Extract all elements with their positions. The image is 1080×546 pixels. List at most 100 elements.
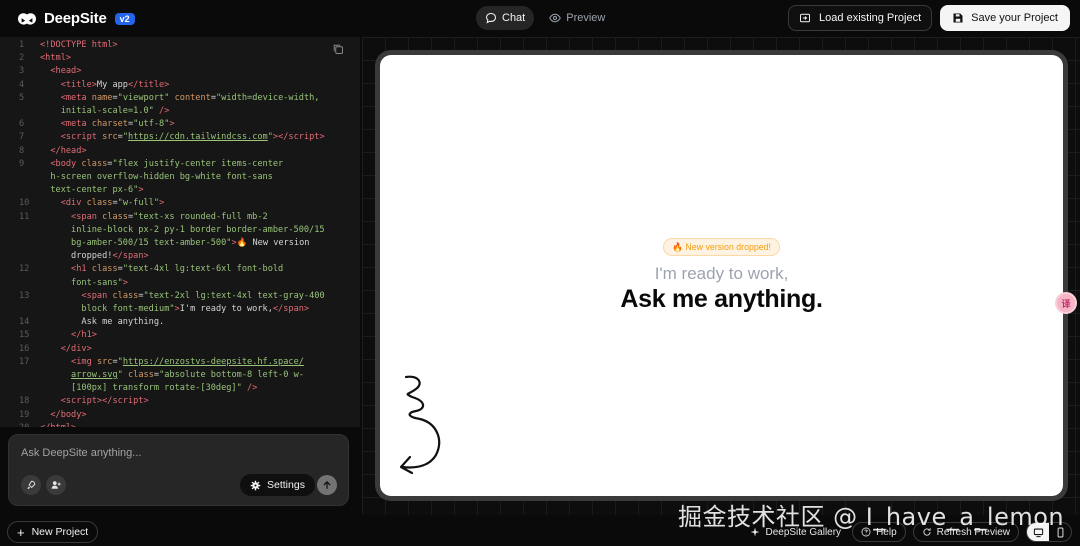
code-text: <span class="text-2xl lg:text-4xl text-g… xyxy=(81,290,325,301)
send-button[interactable] xyxy=(317,475,337,495)
code-text: text-center px-6"> xyxy=(50,185,144,196)
load-project-label: Load existing Project xyxy=(819,12,922,24)
code-line: 19 </body> xyxy=(0,409,360,422)
line-number: 5 xyxy=(19,92,25,103)
arrow-up-icon xyxy=(323,480,331,489)
code-line: block font-medium">I'm ready to work,</s… xyxy=(0,303,360,316)
new-version-badge: 🔥 New version dropped! xyxy=(663,238,780,256)
preview-page[interactable]: 🔥 New version dropped! I'm ready to work… xyxy=(380,55,1063,496)
code-line: 4 <title>My app</title> xyxy=(0,79,360,92)
save-project-button[interactable]: Save your Project xyxy=(940,5,1070,31)
translate-widget-icon[interactable]: 译 xyxy=(1055,292,1077,314)
line-number: 16 xyxy=(19,343,30,354)
code-line: 20</html> xyxy=(0,422,360,427)
code-text: <head> xyxy=(50,66,82,77)
new-project-button[interactable]: + New Project xyxy=(7,521,99,543)
curly-arrow-icon xyxy=(399,375,441,475)
app-root: DeepSite v2 Chat Preview Load existing P… xyxy=(0,0,1080,546)
code-line: 15 </h1> xyxy=(0,329,360,342)
line-number: 3 xyxy=(19,66,25,77)
code-text: initial-scale=1.0" /> xyxy=(60,106,170,117)
line-number: 1 xyxy=(19,40,25,50)
chat-bubble-icon xyxy=(485,12,497,24)
code-text: Ask me anything. xyxy=(40,317,165,328)
code-line: 16 </div> xyxy=(0,343,360,356)
settings-button[interactable]: Settings xyxy=(240,474,315,496)
tab-preview[interactable]: Preview xyxy=(540,6,614,30)
code-text: arrow.svg" class="absolute bottom-8 left… xyxy=(71,370,304,381)
tab-preview-label: Preview xyxy=(566,12,606,24)
line-number: 18 xyxy=(19,396,30,407)
preview-frame: 🔥 New version dropped! I'm ready to work… xyxy=(375,50,1068,501)
code-text: <meta charset="utf-8"> xyxy=(60,119,175,130)
code-line: 1 <!DOCTYPE html> xyxy=(0,39,360,52)
line-number xyxy=(0,369,40,382)
version-badge: v2 xyxy=(114,12,135,25)
settings-label: Settings xyxy=(267,479,305,491)
code-line: 13 <span class="text-2xl lg:text-4xl tex… xyxy=(0,290,360,303)
add-user-button[interactable] xyxy=(46,475,66,495)
code-line: bg-amber-500/15 text-amber-500">🔥 New ve… xyxy=(0,237,360,250)
line-number: 8 xyxy=(19,145,25,156)
code-line: initial-scale=1.0" /> xyxy=(0,105,360,118)
top-header: DeepSite v2 Chat Preview Load existing P… xyxy=(0,0,1080,37)
code-text: <script src="https://cdn.tailwindcss.com… xyxy=(60,132,325,143)
chat-input[interactable] xyxy=(21,447,321,459)
code-line: arrow.svg" class="absolute bottom-8 left… xyxy=(0,369,360,382)
code-line: 10 <div class="w-full"> xyxy=(0,197,360,210)
line-number: 4 xyxy=(19,79,25,90)
tab-chat-label: Chat xyxy=(502,12,526,24)
copy-icon[interactable] xyxy=(332,43,344,55)
line-number: 20 xyxy=(0,422,40,427)
code-text: <img src="https://enzostvs-deepsite.hf.s… xyxy=(71,356,304,367)
brand[interactable]: DeepSite v2 xyxy=(16,10,135,28)
code-line: [100px] transform rotate-[30deg]" /> xyxy=(0,382,360,395)
code-line: 2 <html> xyxy=(0,52,360,65)
line-number: 10 xyxy=(19,198,30,209)
save-project-label: Save your Project xyxy=(971,12,1058,24)
app-name: DeepSite xyxy=(44,10,107,27)
code-text: inline-block px-2 py-1 border border-amb… xyxy=(71,224,325,235)
code-text: </div> xyxy=(60,343,92,354)
code-text: <script></script> xyxy=(60,396,149,407)
code-line: 17 <img src="https://enzostvs-deepsite.h… xyxy=(0,356,360,369)
code-line: 6 <meta charset="utf-8"> xyxy=(0,118,360,131)
code-text: bg-amber-500/15 text-amber-500">🔥 New ve… xyxy=(71,238,310,249)
line-number: 9 xyxy=(19,158,25,169)
code-text: <!DOCTYPE html> xyxy=(40,40,118,50)
line-number xyxy=(0,171,40,184)
code-line: 7 <script src="https://cdn.tailwindcss.c… xyxy=(0,131,360,144)
tab-chat[interactable]: Chat xyxy=(476,6,535,30)
code-line: 11 <span class="text-xs rounded-full mb-… xyxy=(0,211,360,224)
code-text: </head> xyxy=(50,145,87,156)
code-line: 18 <script></script> xyxy=(0,395,360,408)
code-text: <title>My app</title> xyxy=(60,79,170,90)
line-number: 6 xyxy=(19,119,25,130)
view-tabs: Chat Preview xyxy=(476,6,614,30)
code-text: [100px] transform rotate-[30deg]" /> xyxy=(71,383,258,394)
line-number: 13 xyxy=(19,290,30,301)
code-line: 3 <head> xyxy=(0,65,360,78)
eye-icon xyxy=(549,13,562,23)
code-text: </body> xyxy=(50,409,87,420)
code-line: 8 </head> xyxy=(0,145,360,158)
line-number xyxy=(0,105,40,118)
code-text: <meta name="viewport" content="width=dev… xyxy=(60,92,320,103)
code-text: <body class="flex justify-center items-c… xyxy=(50,158,284,169)
load-project-button[interactable]: Load existing Project xyxy=(788,5,933,31)
enhance-button[interactable] xyxy=(21,475,41,495)
new-project-label: New Project xyxy=(31,526,89,538)
code-line: inline-block px-2 py-1 border border-amb… xyxy=(0,224,360,237)
code-line: 12 <h1 class="text-4xl lg:text-6xl font-… xyxy=(0,263,360,276)
code-editor[interactable]: 1 <!DOCTYPE html> 2 <html> 3 <head> 4 <title>… xyxy=(0,37,360,427)
code-line: 5 <meta name="viewport" content="width=d… xyxy=(0,92,360,105)
import-icon xyxy=(800,13,811,23)
code-text: <div class="w-full"> xyxy=(60,198,165,209)
code-text: </html> xyxy=(40,422,360,427)
code-line: dropped!</span> xyxy=(0,250,360,263)
watermark-text: 掘金技术社区 @ I_have_a_lemon xyxy=(678,503,1065,531)
line-number: 2 xyxy=(19,53,25,64)
code-text: </h1> xyxy=(71,330,97,341)
line-number: 12 xyxy=(19,264,30,275)
code-text: <h1 class="text-4xl lg:text-6xl font-bol… xyxy=(71,264,284,275)
